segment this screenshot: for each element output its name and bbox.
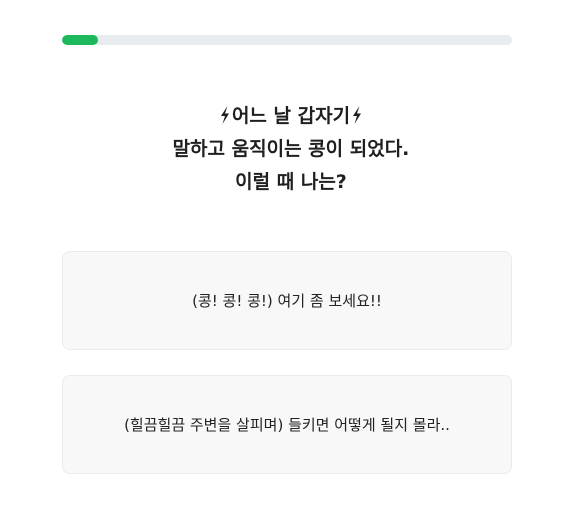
answer-option-1[interactable]: (콩! 콩! 콩!) 여기 좀 보세요!! [62, 251, 512, 350]
answer-option-2-label: (힐끔힐끔 주변을 살피며) 들키면 어떻게 될지 몰라.. [124, 416, 450, 434]
progress-bar [62, 35, 512, 45]
question-line-1-text: 어느 날 갑자기 [231, 105, 351, 127]
lightning-bolt-icon [353, 106, 362, 124]
lightning-bolt-icon [220, 106, 229, 124]
question-text: 어느 날 갑자기 말하고 움직이는 콩이 되었다. 이럴 때 나는? [40, 100, 542, 199]
answer-option-2[interactable]: (힐끔힐끔 주변을 살피며) 들키면 어떻게 될지 몰라.. [62, 375, 512, 474]
question-line-1: 어느 날 갑자기 [40, 100, 542, 133]
question-line-2: 말하고 움직이는 콩이 되었다. [172, 138, 410, 160]
answer-option-1-label: (콩! 콩! 콩!) 여기 좀 보세요!! [192, 292, 382, 310]
question-line-3: 이럴 때 나는? [235, 171, 347, 193]
progress-fill [62, 35, 98, 45]
